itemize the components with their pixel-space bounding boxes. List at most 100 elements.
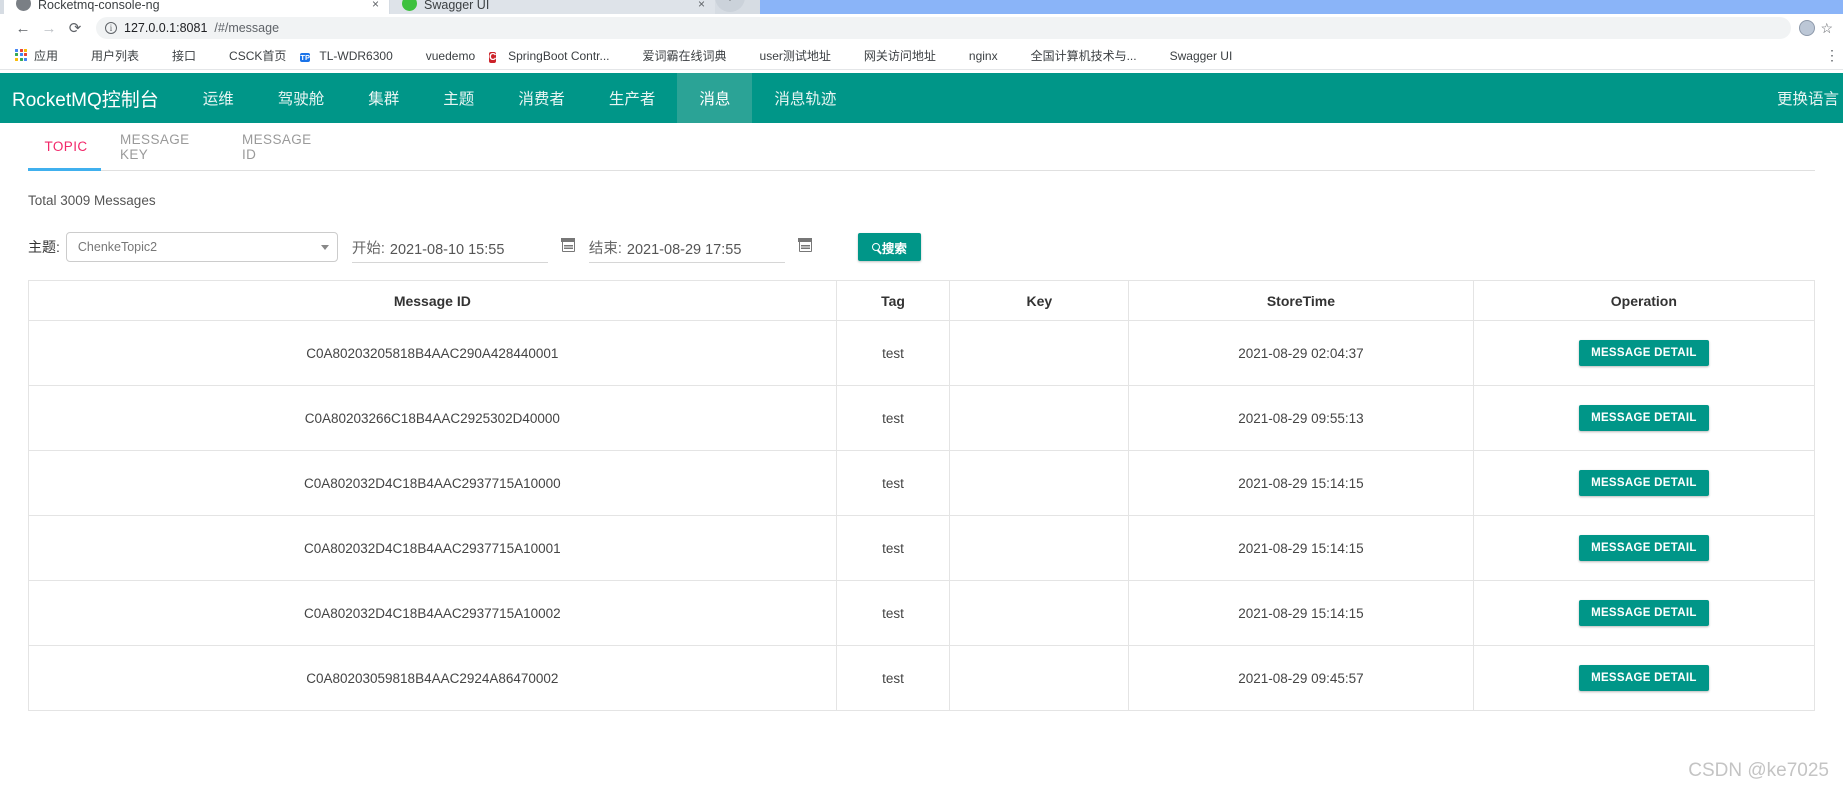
bookmark-label: CSCK首页	[229, 49, 287, 63]
bookmark-label: 应用	[34, 49, 59, 63]
extension-icon[interactable]	[1799, 20, 1816, 36]
bookmark-label: user测试地址	[759, 49, 831, 63]
tabstrip-empty-area	[760, 0, 1843, 14]
bookmark-label: nginx	[968, 48, 998, 63]
nav-item-cluster[interactable]: 集群	[346, 73, 421, 123]
cell-storetime: 2021-08-29 09:45:57	[1128, 645, 1474, 711]
new-tab-button[interactable]: +	[715, 0, 745, 12]
message-detail-button[interactable]: MESSAGE DETAIL	[1579, 470, 1709, 496]
message-detail-button[interactable]: MESSAGE DETAIL	[1579, 600, 1709, 626]
message-detail-button[interactable]: MESSAGE DETAIL	[1579, 665, 1709, 691]
cell-key	[949, 580, 1130, 646]
bookmark-vuedemo[interactable]: vuedemo	[400, 47, 482, 65]
cell-storetime: 2021-08-29 02:04:37	[1128, 320, 1474, 386]
browser-tabstrip: Rocketmq-console-ng × Swagger UI × +	[0, 0, 1843, 14]
cell-tag: test	[835, 645, 951, 711]
app-brand[interactable]: RocketMQ控制台	[0, 73, 181, 123]
browser-toolbar: ← → ⟳ i 127.0.0.1:8081 /#/message ☆	[0, 14, 1843, 42]
message-detail-button[interactable]: MESSAGE DETAIL	[1579, 535, 1709, 561]
message-detail-button[interactable]: MESSAGE DETAIL	[1579, 340, 1709, 366]
total-messages-label: Total 3009 Messages	[28, 193, 156, 208]
column-header-tag: Tag	[835, 280, 951, 321]
bookmark-gateway[interactable]: 网关访问地址	[838, 45, 943, 66]
bookmark-apps[interactable]: 应用	[8, 45, 65, 66]
tab-message-key[interactable]: MESSAGE KEY	[104, 123, 226, 171]
bookmark-star-icon[interactable]: ☆	[1820, 20, 1833, 37]
nav-item-consumer[interactable]: 消费者	[496, 73, 587, 123]
cell-key	[949, 385, 1130, 451]
topic-select-value: ChenkeTopic2	[77, 240, 158, 254]
cell-message-id: C0A80203059818B4AAC2924A86470002	[28, 645, 837, 711]
begin-time-field[interactable]: 开始: 2021-08-10 15:55	[351, 231, 548, 263]
cell-message-id: C0A80203266C18B4AAC2925302D40000	[28, 385, 837, 451]
bookmark-iciba[interactable]: 爱词霸在线词典	[617, 45, 734, 66]
bookmark-label: 网关访问地址	[863, 49, 936, 63]
reload-icon[interactable]: ⟳	[62, 15, 88, 41]
cell-tag: test	[835, 450, 951, 516]
cell-operation: MESSAGE DETAIL	[1472, 580, 1816, 646]
bookmark-csck[interactable]: CSCK首页	[203, 45, 293, 66]
nav-item-dashboard[interactable]: 驾驶舱	[256, 73, 347, 123]
address-host: 127.0.0.1:8081	[124, 21, 208, 35]
cell-message-id: C0A80203205818B4AAC290A428440001	[28, 320, 837, 386]
message-detail-button[interactable]: MESSAGE DETAIL	[1579, 405, 1709, 431]
table-row: C0A80203205818B4AAC290A428440001 test 20…	[28, 320, 1816, 386]
tab-message-id[interactable]: MESSAGE ID	[226, 123, 339, 171]
message-table-wrapper: Message ID Tag Key StoreTime Operation C…	[28, 280, 1816, 711]
address-bar[interactable]: i 127.0.0.1:8081 /#/message	[96, 17, 1792, 39]
toolbar-right-actions: ☆	[1799, 20, 1833, 37]
bookmark-api[interactable]: 接口	[146, 45, 203, 66]
close-icon[interactable]: ×	[698, 0, 705, 11]
calendar-icon[interactable]	[561, 238, 576, 252]
forward-icon[interactable]: →	[36, 15, 62, 41]
nav-language-switch[interactable]: 更换语言	[1755, 73, 1843, 123]
bookmark-tl-wdr6300[interactable]: TP TL-WDR6300	[293, 47, 399, 65]
nav-item-ops[interactable]: 运维	[181, 73, 256, 123]
browser-tab-1[interactable]: Rocketmq-console-ng ×	[4, 0, 389, 14]
end-time-field[interactable]: 结束: 2021-08-29 17:55	[588, 231, 785, 263]
back-icon[interactable]: ←	[10, 15, 36, 41]
cell-message-id: C0A802032D4C18B4AAC2937715A10002	[28, 580, 837, 646]
table-body: C0A80203205818B4AAC290A428440001 test 20…	[28, 320, 1816, 711]
cell-tag: test	[835, 515, 951, 581]
bookmark-springboot[interactable]: C SpringBoot Contr...	[482, 47, 616, 65]
nav-item-producer[interactable]: 生产者	[587, 73, 678, 123]
topic-select[interactable]: ChenkeTopic2	[65, 232, 338, 262]
end-time-value: 2021-08-29 17:55	[626, 242, 742, 258]
bookmark-user-test[interactable]: user测试地址	[734, 45, 838, 66]
browser-tab-2-title: Swagger UI	[424, 0, 490, 12]
bookmark-user-list[interactable]: 用户列表	[65, 45, 146, 66]
cell-message-id: C0A802032D4C18B4AAC2937715A10001	[28, 515, 837, 581]
nav-item-message[interactable]: 消息	[677, 73, 753, 123]
search-button[interactable]: 搜索	[857, 233, 921, 261]
bookmark-nginx[interactable]: nginx	[943, 47, 1005, 65]
bookmark-swagger-ui[interactable]: Swagger UI	[1144, 47, 1240, 65]
bookmarks-overflow-icon[interactable]: ⋮	[1825, 48, 1839, 62]
browser-tab-1-title: Rocketmq-console-ng	[38, 0, 160, 12]
begin-time-label: 开始:	[351, 241, 385, 257]
calendar-icon[interactable]	[798, 238, 813, 252]
main-content: TOPIC MESSAGE KEY MESSAGE ID Total 3009 …	[0, 123, 1843, 791]
topic-filter-label: 主题:	[28, 239, 60, 255]
table-row: C0A80203266C18B4AAC2925302D40000 test 20…	[28, 385, 1816, 451]
nav-item-topic[interactable]: 主题	[421, 73, 496, 123]
bookmark-label: SpringBoot Contr...	[508, 48, 610, 63]
cell-tag: test	[835, 385, 951, 451]
end-time-label: 结束:	[588, 241, 622, 257]
nav-item-message-trace[interactable]: 消息轨迹	[752, 73, 858, 123]
close-icon[interactable]: ×	[372, 0, 379, 11]
cell-key	[949, 645, 1130, 711]
site-info-icon[interactable]: i	[105, 22, 117, 34]
chevron-down-icon	[320, 244, 329, 250]
bookmark-label: TL-WDR6300	[319, 48, 393, 63]
tab-topic[interactable]: TOPIC	[28, 123, 104, 171]
magnifier-icon	[871, 243, 880, 251]
bookmark-national-computer[interactable]: 全国计算机技术与...	[1005, 45, 1144, 66]
cell-storetime: 2021-08-29 15:14:15	[1128, 515, 1474, 581]
column-header-operation: Operation	[1472, 280, 1816, 321]
watermark: CSDN @ke7025	[1688, 760, 1829, 781]
address-path: /#/message	[214, 21, 280, 35]
content-tabbar: TOPIC MESSAGE KEY MESSAGE ID	[28, 123, 1815, 171]
browser-tab-2[interactable]: Swagger UI ×	[390, 0, 715, 14]
